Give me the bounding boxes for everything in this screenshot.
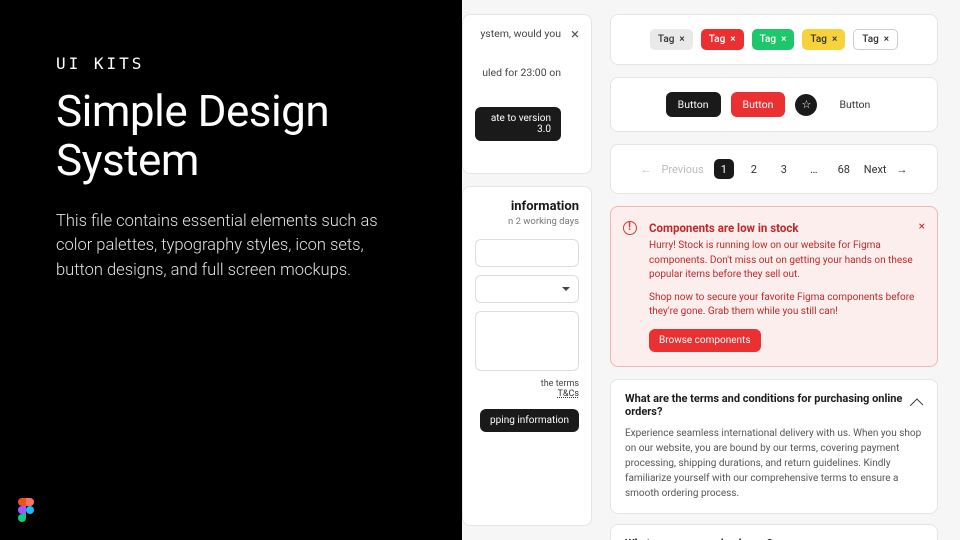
textarea-field[interactable] — [475, 311, 579, 371]
figma-logo-icon — [18, 498, 34, 522]
update-button[interactable]: ate to version 3.0 — [475, 107, 561, 141]
alert-icon — [623, 221, 637, 235]
alert-title: Components are low in stock — [649, 221, 921, 235]
button-dark[interactable]: Button — [666, 92, 721, 117]
page-ellipsis: … — [804, 159, 824, 179]
page-1[interactable]: 1 — [714, 159, 734, 179]
tag-yellow[interactable]: Tag× — [802, 29, 845, 50]
buttons-card: Button Button ☆ Button — [610, 77, 938, 132]
text-field[interactable] — [475, 239, 579, 267]
button-red[interactable]: Button — [731, 92, 786, 117]
accordion: What are the terms and conditions for pu… — [610, 379, 938, 540]
accordion-item: What are your opening hours? — [610, 524, 938, 540]
accordion-header[interactable]: What are the terms and conditions for pu… — [625, 392, 923, 418]
browse-components-button[interactable]: Browse components — [649, 329, 761, 352]
tag-red[interactable]: Tag× — [701, 29, 744, 50]
close-icon[interactable]: × — [679, 34, 684, 45]
shipping-title: information — [475, 199, 579, 214]
close-icon[interactable]: × — [832, 34, 837, 45]
tag-outline[interactable]: Tag× — [853, 29, 898, 50]
alert-card: × Components are low in stock Hurry! Sto… — [610, 206, 938, 367]
close-icon[interactable]: × — [571, 25, 579, 43]
component-sheet: × ystem, would you uled for 23:00 on ate… — [462, 0, 960, 540]
tag-default[interactable]: Tag× — [650, 29, 693, 50]
shipping-info-card: information n 2 working days the terms T… — [462, 186, 592, 526]
accordion-body: Experience seamless international delive… — [625, 426, 923, 501]
update-modal-card: × ystem, would you uled for 23:00 on ate… — [462, 14, 592, 174]
modal-text-fragment: ystem, would you — [475, 27, 561, 40]
shipping-subtitle: n 2 working days — [475, 216, 579, 227]
page-3[interactable]: 3 — [774, 159, 794, 179]
tags-card: Tag× Tag× Tag× Tag× Tag× — [610, 14, 938, 65]
select-field[interactable] — [475, 275, 579, 303]
accordion-item: What are the terms and conditions for pu… — [610, 379, 938, 514]
tag-green[interactable]: Tag× — [752, 29, 795, 50]
page-2[interactable]: 2 — [744, 159, 764, 179]
alert-body: Shop now to secure your favorite Figma c… — [649, 291, 921, 320]
close-icon[interactable]: × — [884, 34, 889, 45]
next-button[interactable]: Next — [864, 163, 887, 176]
chevron-down-icon — [909, 536, 923, 540]
close-icon[interactable]: × — [919, 219, 925, 233]
arrow-right-icon: → — [897, 163, 908, 176]
terms-text: the terms T&Cs — [475, 379, 579, 399]
page-68[interactable]: 68 — [834, 159, 854, 179]
hero-panel: UI KITS Simple Design System This file c… — [0, 0, 462, 540]
alert-body: Hurry! Stock is running low on our websi… — [649, 239, 921, 283]
close-icon[interactable]: × — [781, 34, 786, 45]
prev-button: Previous — [661, 163, 703, 176]
close-icon[interactable]: × — [730, 34, 735, 45]
submit-shipping-button[interactable]: pping information — [480, 409, 579, 432]
arrow-left-icon: ← — [640, 163, 651, 176]
star-icon[interactable]: ☆ — [795, 94, 817, 116]
modal-text-fragment: uled for 23:00 on — [475, 66, 561, 79]
hero-kicker: UI KITS — [56, 54, 414, 73]
terms-link[interactable]: T&Cs — [558, 389, 579, 399]
hero-title: Simple Design System — [56, 87, 414, 186]
accordion-header[interactable]: What are your opening hours? — [625, 537, 923, 540]
button-plain[interactable]: Button — [827, 92, 882, 117]
hero-body: This file contains essential elements su… — [56, 210, 414, 284]
pagination-card: ← Previous 1 2 3 … 68 Next → — [610, 144, 938, 194]
